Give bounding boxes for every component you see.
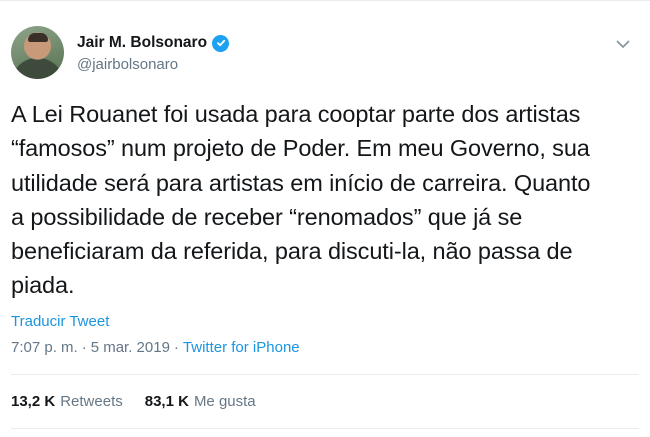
tweet-source-link[interactable]: Twitter for iPhone bbox=[183, 339, 300, 356]
meta-separator: · bbox=[81, 339, 87, 356]
likes-count: 83,1 K bbox=[144, 393, 189, 410]
user-handle[interactable]: @jairbolsonaro bbox=[77, 56, 229, 73]
avatar[interactable] bbox=[11, 26, 64, 79]
retweets-stat[interactable]: 13,2 K Retweets bbox=[11, 393, 123, 410]
tweet-meta: 7:07 p. m. · 5 mar. 2019 · Twitter for i… bbox=[11, 339, 300, 356]
divider bbox=[11, 428, 639, 429]
likes-label: Me gusta bbox=[193, 393, 256, 410]
retweets-label: Retweets bbox=[60, 393, 123, 410]
tweet-time[interactable]: 7:07 p. m. bbox=[11, 339, 78, 356]
divider bbox=[11, 374, 639, 375]
display-name-row: Jair M. Bolsonaro bbox=[77, 33, 230, 53]
tweet-header: Jair M. Bolsonaro @jairbolsonaro bbox=[11, 23, 641, 81]
translate-tweet-link[interactable]: Traducir Tweet bbox=[11, 313, 109, 330]
tweet-stats: 13,2 K Retweets 83,1 K Me gusta bbox=[11, 393, 256, 410]
retweets-count: 13,2 K bbox=[11, 393, 56, 410]
meta-separator: · bbox=[173, 339, 179, 356]
tweet-text: A Lei Rouanet foi usada para cooptar par… bbox=[11, 101, 591, 299]
chevron-down-icon[interactable] bbox=[614, 35, 632, 53]
tweet-date[interactable]: 5 mar. 2019 bbox=[91, 339, 170, 356]
display-name[interactable]: Jair M. Bolsonaro bbox=[77, 34, 207, 52]
avatar-hair bbox=[28, 33, 48, 42]
likes-stat[interactable]: 83,1 K Me gusta bbox=[145, 393, 256, 410]
user-names[interactable]: Jair M. Bolsonaro @jairbolsonaro bbox=[77, 33, 230, 73]
verified-badge-icon bbox=[212, 34, 230, 52]
tweet-card: Jair M. Bolsonaro @jairbolsonaro A Lei R… bbox=[0, 0, 650, 437]
